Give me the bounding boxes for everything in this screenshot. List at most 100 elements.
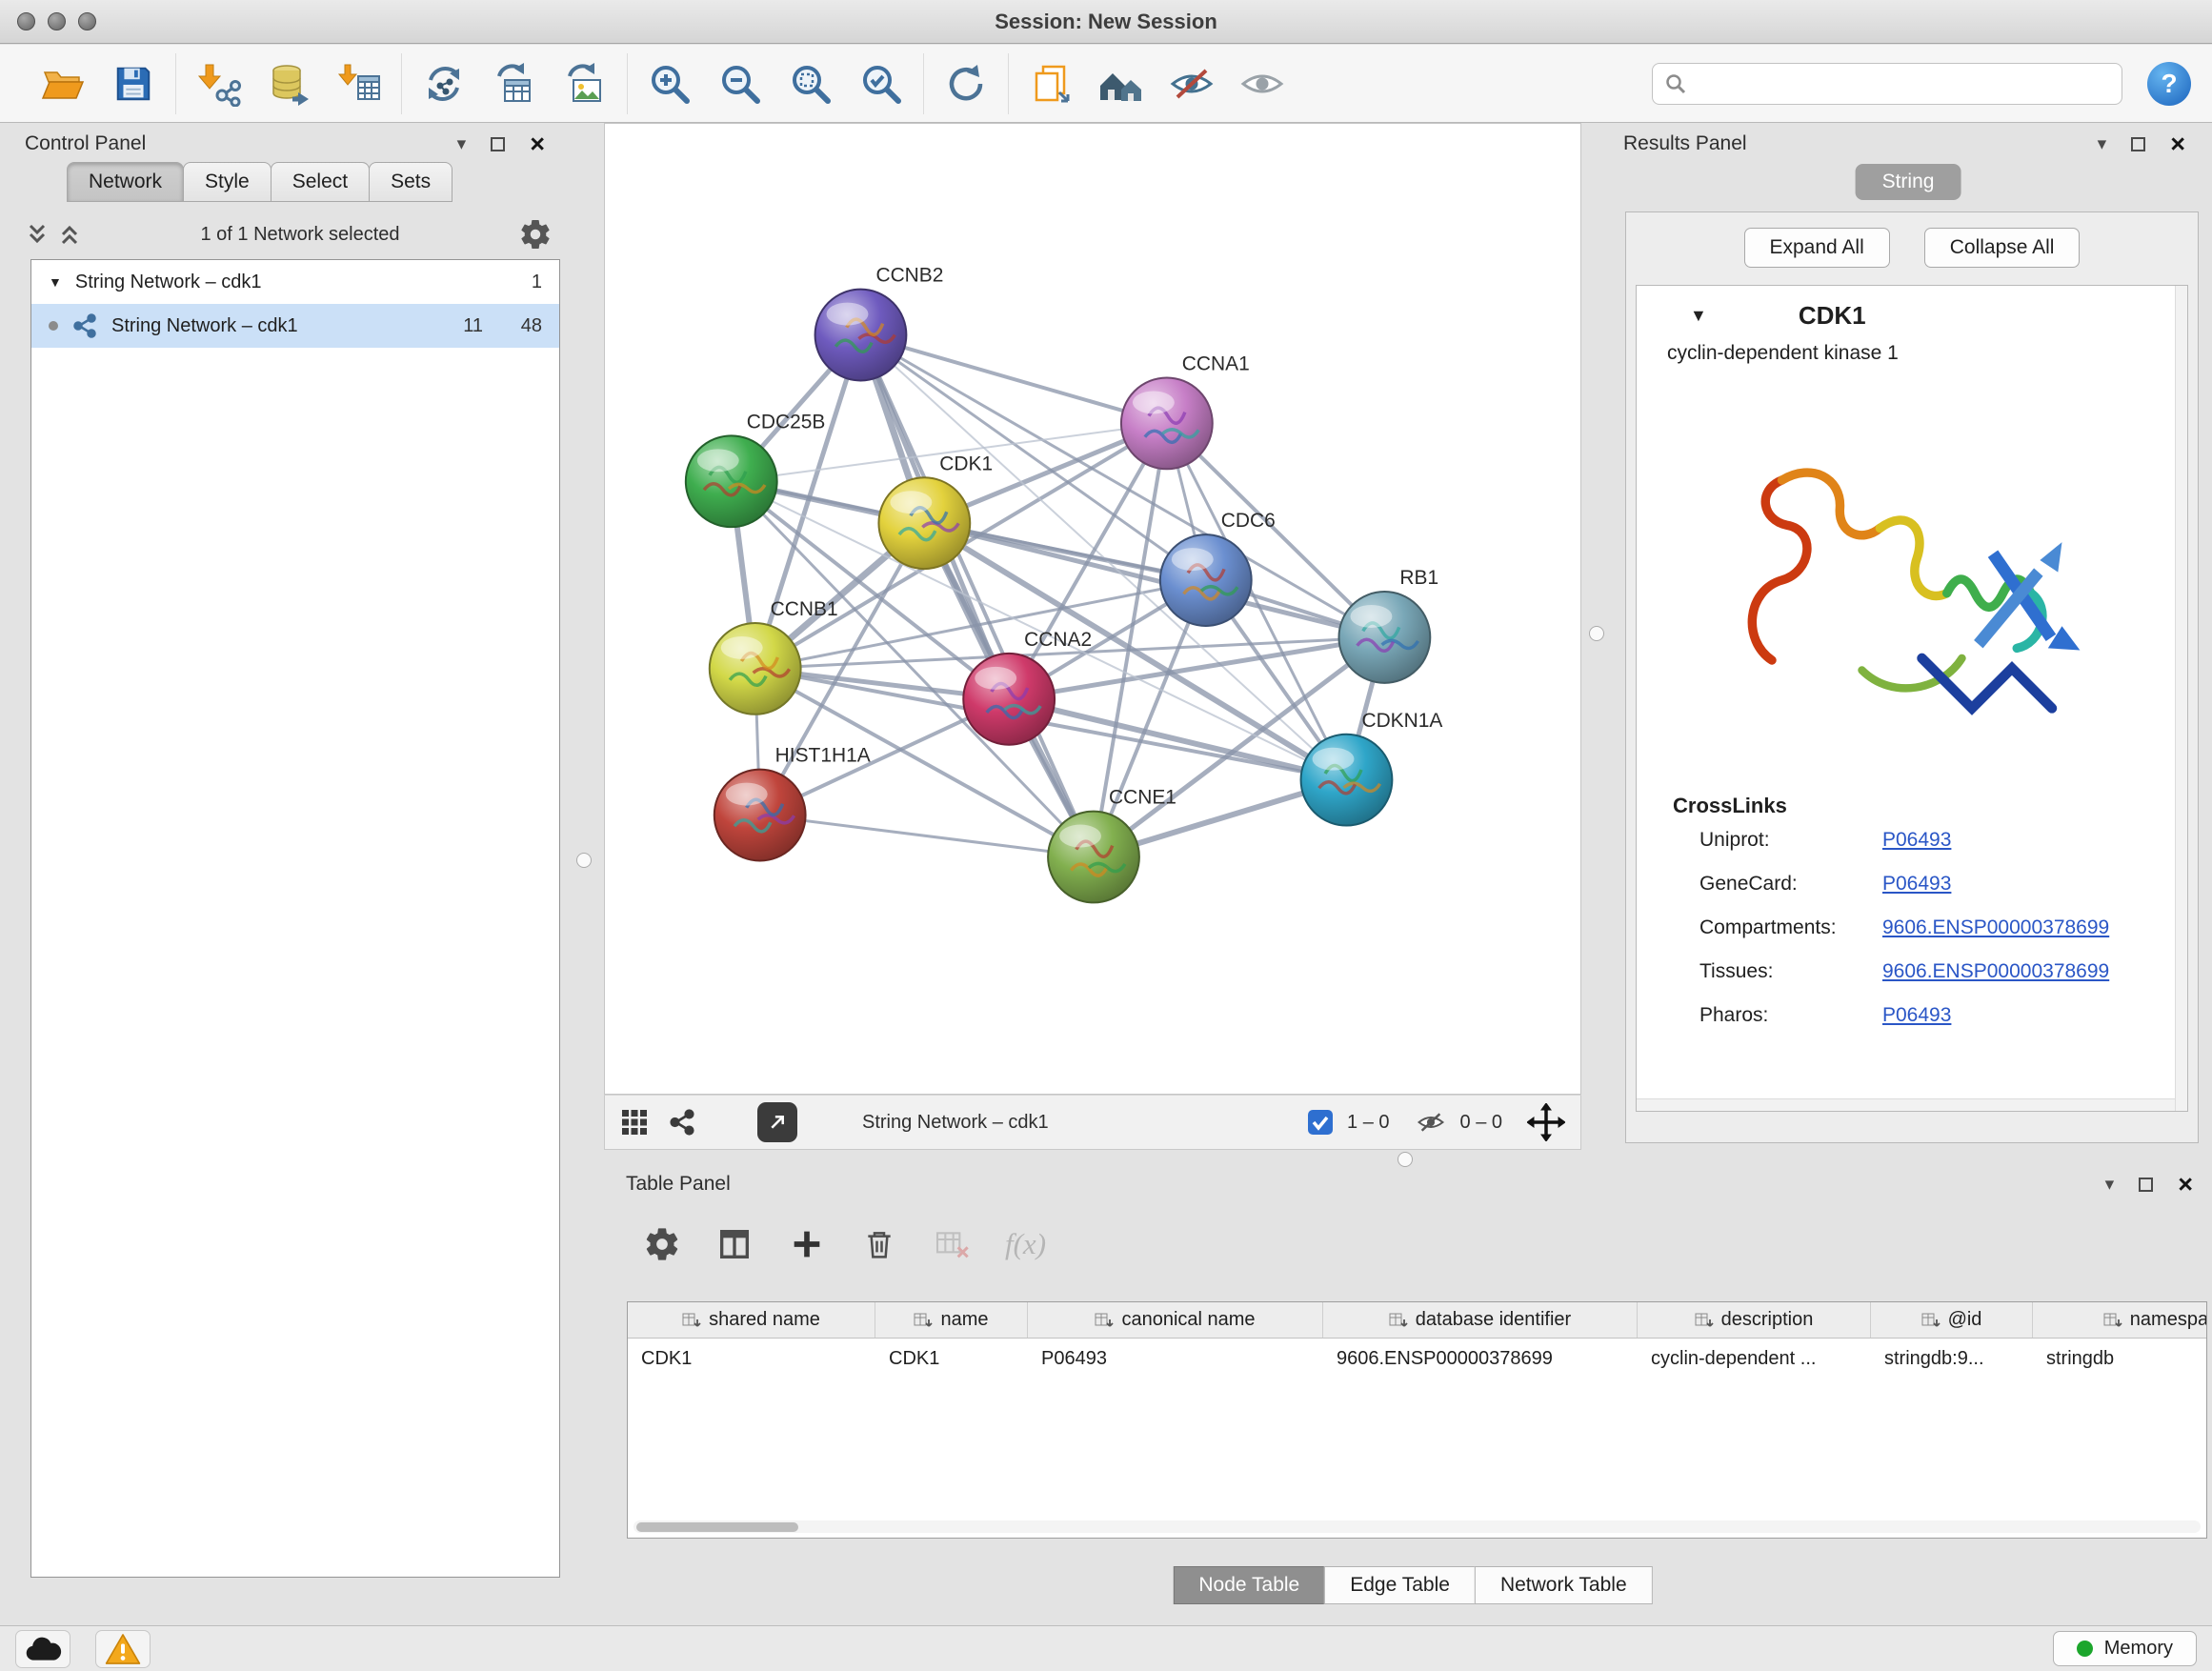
zoom-selected-button[interactable] (855, 57, 908, 111)
close-panel-icon[interactable]: × (530, 130, 545, 159)
help-button[interactable]: ? (2147, 62, 2191, 106)
warnings-button[interactable] (95, 1630, 151, 1668)
delete-column-icon[interactable] (860, 1225, 898, 1263)
new-network-from-selection-button[interactable] (417, 57, 471, 111)
network-node-CCNB1[interactable] (710, 623, 801, 715)
collapse-all-button[interactable]: Collapse All (1924, 228, 2081, 268)
close-results-icon[interactable]: × (2170, 130, 2185, 159)
section-expander-icon[interactable]: ▼ (1690, 306, 1707, 326)
table-cell[interactable]: stringdb:9... (1871, 1348, 2033, 1370)
network-node-CCNE1[interactable] (1048, 812, 1139, 903)
show-columns-icon[interactable] (715, 1225, 754, 1263)
network-node-HIST1H1A[interactable] (714, 770, 806, 861)
network-node-CCNB2[interactable] (815, 290, 907, 381)
column-header[interactable]: @id (1871, 1302, 2033, 1338)
close-window-button[interactable] (17, 12, 35, 30)
network-edge[interactable] (924, 523, 1384, 637)
gear-icon[interactable] (518, 217, 553, 252)
network-node-CDC25B[interactable] (686, 435, 777, 527)
tab-style[interactable]: Style (183, 162, 271, 202)
network-edge[interactable] (860, 335, 1094, 857)
tab-sets[interactable]: Sets (369, 162, 452, 202)
table-cell[interactable]: cyclin-dependent ... (1638, 1348, 1871, 1370)
tab-edge-table[interactable]: Edge Table (1324, 1566, 1476, 1604)
collapse-results-icon[interactable]: ▾ (2098, 135, 2107, 153)
column-header[interactable]: description (1638, 1302, 1871, 1338)
memory-button[interactable]: Memory (2053, 1631, 2197, 1666)
share-view-icon[interactable] (668, 1108, 696, 1137)
pan-crosshair-icon[interactable] (1527, 1103, 1565, 1141)
table-cell[interactable]: 9606.ENSP00000378699 (1323, 1348, 1638, 1370)
table-cell[interactable]: CDK1 (628, 1348, 875, 1370)
column-header[interactable]: namespace (2033, 1302, 2207, 1338)
network-node-RB1[interactable] (1338, 592, 1430, 683)
cloud-button[interactable] (15, 1630, 70, 1668)
add-column-icon[interactable] (788, 1225, 826, 1263)
save-session-button[interactable] (107, 57, 160, 111)
search-input[interactable] (1695, 72, 2110, 94)
network-row[interactable]: String Network – cdk1 11 48 (31, 304, 559, 348)
table-row[interactable]: CDK1 CDK1 P06493 9606.ENSP00000378699 cy… (628, 1339, 2206, 1379)
float-panel-icon[interactable] (491, 137, 505, 151)
export-image-button[interactable] (558, 57, 612, 111)
scrollbar-thumb[interactable] (636, 1522, 798, 1532)
zoom-out-button[interactable] (714, 57, 767, 111)
table-horizontal-scrollbar[interactable] (633, 1520, 2201, 1533)
show-all-button[interactable] (1236, 57, 1289, 111)
column-header[interactable]: name (875, 1302, 1028, 1338)
table-cell[interactable]: stringdb (2033, 1348, 2207, 1370)
crosslink-link[interactable]: P06493 (1882, 873, 1951, 896)
crosslink-link[interactable]: P06493 (1882, 829, 1951, 852)
zoom-in-button[interactable] (643, 57, 696, 111)
tab-node-table[interactable]: Node Table (1173, 1566, 1325, 1604)
crosslink-link[interactable]: 9606.ENSP00000378699 (1882, 916, 2109, 939)
float-table-icon[interactable] (2139, 1178, 2153, 1192)
hidden-eye-slash-icon[interactable] (1415, 1108, 1447, 1137)
right-splitter-handle[interactable] (1589, 626, 1604, 641)
collapse-table-icon[interactable]: ▾ (2105, 1176, 2115, 1194)
new-table-button[interactable] (488, 57, 541, 111)
import-network-database-button[interactable] (262, 57, 315, 111)
import-network-file-button[interactable] (191, 57, 245, 111)
network-collection-row[interactable]: ▼ String Network – cdk1 1 (31, 260, 559, 304)
tab-network-table[interactable]: Network Table (1475, 1566, 1653, 1604)
left-splitter-handle[interactable] (576, 853, 592, 868)
zoom-window-button[interactable] (78, 12, 96, 30)
home-view-button[interactable] (1095, 57, 1148, 111)
tree-expander-icon[interactable]: ▼ (49, 274, 62, 290)
crosslink-link[interactable]: 9606.ENSP00000378699 (1882, 960, 2109, 983)
import-table-file-button[interactable] (332, 57, 386, 111)
table-cell[interactable]: CDK1 (875, 1348, 1028, 1370)
results-vertical-scrollbar[interactable] (2175, 286, 2187, 1111)
refresh-layout-button[interactable] (939, 57, 993, 111)
results-horizontal-scrollbar[interactable] (1637, 1098, 2175, 1111)
annotation-mode-button[interactable] (1024, 57, 1077, 111)
float-results-icon[interactable] (2131, 137, 2145, 151)
grid-view-icon[interactable] (620, 1108, 649, 1137)
column-header[interactable]: canonical name (1028, 1302, 1323, 1338)
network-edge[interactable] (860, 335, 1166, 424)
table-cell[interactable]: P06493 (1028, 1348, 1323, 1370)
detach-view-button[interactable] (757, 1102, 797, 1142)
expand-all-icon[interactable] (57, 222, 82, 247)
string-results-tab[interactable]: String (1856, 164, 1961, 200)
crosslink-link[interactable]: P06493 (1882, 1004, 1951, 1027)
tab-select[interactable]: Select (271, 162, 370, 202)
network-graph[interactable]: CCNB2CCNA1CDC25BCDK1CDC6RB1CCNB1CCNA2CDK… (605, 124, 1580, 1094)
expand-all-button[interactable]: Expand All (1744, 228, 1890, 268)
network-canvas[interactable]: CCNB2CCNA1CDC25BCDK1CDC6RB1CCNB1CCNA2CDK… (604, 123, 1581, 1095)
open-session-button[interactable] (36, 57, 90, 111)
network-node-CCNA2[interactable] (963, 654, 1055, 745)
column-header[interactable]: database identifier (1323, 1302, 1638, 1338)
hide-selected-button[interactable] (1165, 57, 1218, 111)
network-node-CDK1[interactable] (878, 477, 970, 569)
horizontal-splitter-handle[interactable] (1398, 1152, 1413, 1167)
network-node-CCNA1[interactable] (1121, 377, 1213, 469)
network-node-CDC6[interactable] (1160, 534, 1252, 626)
collapse-all-icon[interactable] (25, 222, 50, 247)
zoom-fit-button[interactable] (784, 57, 837, 111)
table-settings-gear-icon[interactable] (643, 1225, 681, 1263)
tab-network[interactable]: Network (67, 162, 184, 202)
selected-checkbox-icon[interactable] (1307, 1109, 1334, 1136)
column-header[interactable]: shared name (628, 1302, 875, 1338)
